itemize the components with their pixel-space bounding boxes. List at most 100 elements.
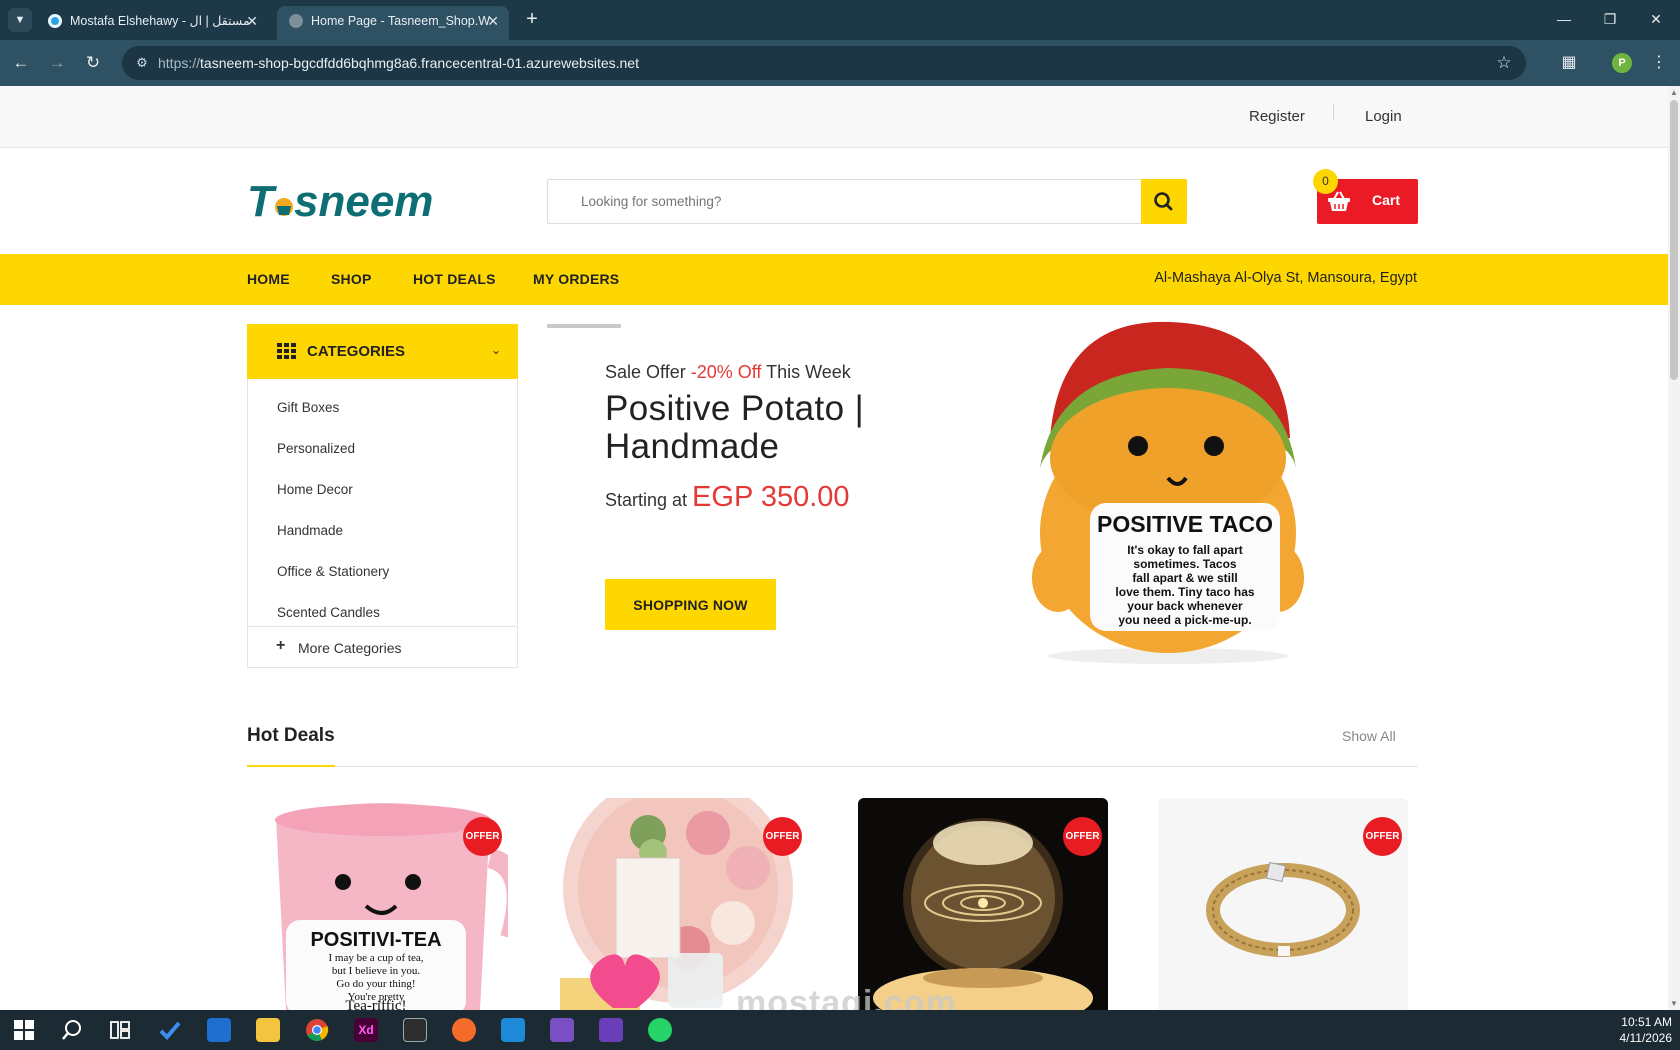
section-accent-bar — [247, 765, 335, 767]
adobe-xd-icon[interactable]: Xd — [354, 1018, 378, 1042]
category-scented-candles[interactable]: Scented Candles — [277, 605, 380, 620]
browser-toolbar: ← → ↻ ⚙ https://tasneem-shop-bgcdfdd6bqh… — [0, 40, 1680, 86]
whatsapp-icon[interactable] — [648, 1018, 672, 1042]
browser-menu-icon[interactable]: ⋮ — [1646, 50, 1672, 76]
new-tab-button[interactable]: + — [520, 8, 544, 32]
scroll-down-icon[interactable]: ▼ — [1670, 999, 1678, 1008]
login-link[interactable]: Login — [1365, 108, 1402, 125]
svg-text:fall apart & we still: fall apart & we still — [1132, 571, 1237, 585]
system-clock[interactable]: 10:51 AM 4/11/2026 — [1620, 1014, 1673, 1046]
svg-text:It's okay to fall apart: It's okay to fall apart — [1127, 543, 1243, 557]
page-viewport: Register Login T sneem Cart 0 HOME — [0, 86, 1668, 1010]
tab-search-button[interactable]: ▼ — [8, 8, 32, 32]
shopping-now-button[interactable]: SHOPPING NOW — [605, 579, 776, 630]
hot-deals-title: Hot Deals — [247, 725, 335, 746]
category-personalized[interactable]: Personalized — [277, 441, 355, 456]
category-home-decor[interactable]: Home Decor — [277, 482, 353, 497]
search-form — [547, 179, 1187, 224]
main-nav: HOME SHOP HOT DEALS MY ORDERS Al-Mashaya… — [0, 254, 1668, 305]
hero-price: EGP 350.00 — [692, 481, 850, 513]
chrome-icon[interactable] — [305, 1018, 329, 1042]
grid-icon — [277, 343, 296, 359]
category-office-stationery[interactable]: Office & Stationery — [277, 564, 389, 579]
more-categories-button[interactable]: + More Categories — [248, 626, 517, 668]
task-view-icon[interactable] — [108, 1018, 132, 1042]
extensions-puzzle-icon[interactable]: ▦ — [1556, 50, 1582, 76]
postman-icon[interactable] — [452, 1018, 476, 1042]
show-all-link[interactable]: Show All — [1342, 728, 1396, 744]
topbar-divider — [1333, 104, 1334, 120]
forward-arrow-icon[interactable]: → — [44, 50, 70, 76]
cart-count-badge: 0 — [1313, 169, 1338, 194]
visual-studio-preview-icon[interactable] — [599, 1018, 623, 1042]
category-handmade[interactable]: Handmade — [277, 523, 343, 538]
windows-taskbar: Xd 10:51 AM 4/11/2026 — [0, 1010, 1680, 1050]
clock-date: 4/11/2026 — [1619, 1031, 1673, 1045]
search-icon[interactable] — [60, 1018, 84, 1042]
tab-title: Mostafa Elshehawy - مستقل | ال — [70, 14, 250, 28]
register-link[interactable]: Register — [1249, 108, 1305, 125]
scroll-up-icon[interactable]: ▲ — [1670, 88, 1678, 97]
globe-favicon-icon — [289, 14, 303, 28]
offer-badge: OFFER — [1063, 817, 1102, 856]
back-arrow-icon[interactable]: ← — [8, 50, 34, 76]
logo-letters-sneem: sneem — [294, 177, 433, 226]
nav-shop[interactable]: SHOP — [331, 271, 371, 287]
top-bar: Register Login — [0, 86, 1668, 148]
offer-badge: OFFER — [763, 817, 802, 856]
file-explorer-icon[interactable] — [256, 1018, 280, 1042]
profile-avatar[interactable]: P — [1612, 53, 1632, 73]
bookmark-star-icon[interactable]: ☆ — [1492, 51, 1516, 75]
browser-tab-mostaql[interactable]: Mostafa Elshehawy - مستقل | ال ✕ — [36, 6, 268, 40]
offer-badge: OFFER — [463, 817, 502, 856]
search-button[interactable] — [1141, 179, 1187, 224]
search-input[interactable] — [548, 180, 1140, 223]
mostaqi-watermark: mostaqi.com — [736, 984, 957, 1010]
discount-text: -20% Off — [690, 362, 762, 382]
page-scrollbar[interactable]: ▲ ▼ — [1668, 86, 1680, 1010]
close-tab-icon[interactable]: ✕ — [246, 6, 258, 36]
tab-title: Home Page - Tasneem_Shop.W — [311, 14, 491, 28]
cart-label: Cart — [1372, 192, 1401, 208]
outlook-icon[interactable] — [207, 1018, 231, 1042]
vscode-icon[interactable] — [501, 1018, 525, 1042]
store-address: Al-Mashaya Al-Olya St, Mansoura, Egypt — [1154, 270, 1417, 286]
svg-text:you need a pick-me-up.: you need a pick-me-up. — [1118, 613, 1251, 627]
category-gift-boxes[interactable]: Gift Boxes — [277, 400, 339, 415]
browser-tab-home-page[interactable]: Home Page - Tasneem_Shop.W ✕ — [277, 6, 509, 40]
categories-panel: CATEGORIES ⌄ Gift Boxes Personalized Hom… — [247, 324, 518, 668]
visual-studio-icon[interactable] — [550, 1018, 574, 1042]
minimize-window-button[interactable]: — — [1542, 6, 1586, 32]
chevron-down-icon: ⌄ — [490, 343, 501, 357]
mostaql-favicon-icon — [48, 14, 62, 28]
close-tab-icon[interactable]: ✕ — [487, 6, 499, 36]
reload-icon[interactable]: ↻ — [80, 50, 106, 76]
logo-letter-t: T — [247, 177, 277, 226]
basket-icon — [1328, 191, 1350, 211]
terminal-icon[interactable] — [403, 1018, 427, 1042]
todo-check-icon[interactable] — [158, 1018, 182, 1042]
svg-text:Tea-riffic!: Tea-riffic! — [345, 998, 406, 1010]
categories-header[interactable]: CATEGORIES ⌄ — [247, 324, 518, 379]
svg-text:Go do your thing!: Go do your thing! — [336, 978, 415, 990]
nav-home[interactable]: HOME — [247, 271, 290, 287]
tasneem-logo[interactable]: T sneem — [247, 176, 447, 228]
nav-hot-deals[interactable]: HOT DEALS — [413, 271, 496, 287]
positive-taco-product-image[interactable]: POSITIVE TACO It's okay to fall apart so… — [1020, 318, 1316, 668]
nav-my-orders[interactable]: MY ORDERS — [533, 271, 619, 287]
svg-text:but I believe in you.: but I believe in you. — [332, 965, 421, 977]
url-text[interactable]: https://tasneem-shop-bgcdfdd6bqhmg8a6.fr… — [158, 46, 639, 80]
plus-icon: + — [276, 637, 286, 654]
close-window-button[interactable]: ✕ — [1634, 6, 1678, 32]
address-bar[interactable]: ⚙ https://tasneem-shop-bgcdfdd6bqhmg8a6.… — [122, 46, 1526, 80]
clock-time: 10:51 AM — [1621, 1015, 1672, 1029]
svg-text:POSITIVI-TEA: POSITIVI-TEA — [310, 929, 441, 951]
site-info-icon[interactable]: ⚙ — [130, 51, 154, 75]
browser-tab-strip: ▼ Mostafa Elshehawy - مستقل | ال ✕ Home … — [0, 0, 1680, 40]
scrollbar-thumb[interactable] — [1670, 100, 1678, 380]
restore-window-button[interactable]: ❐ — [1588, 6, 1632, 32]
windows-start-icon[interactable] — [12, 1018, 36, 1042]
slider-indicator[interactable] — [547, 324, 621, 328]
section-divider — [247, 766, 1418, 767]
more-categories-label: More Categories — [298, 640, 402, 656]
